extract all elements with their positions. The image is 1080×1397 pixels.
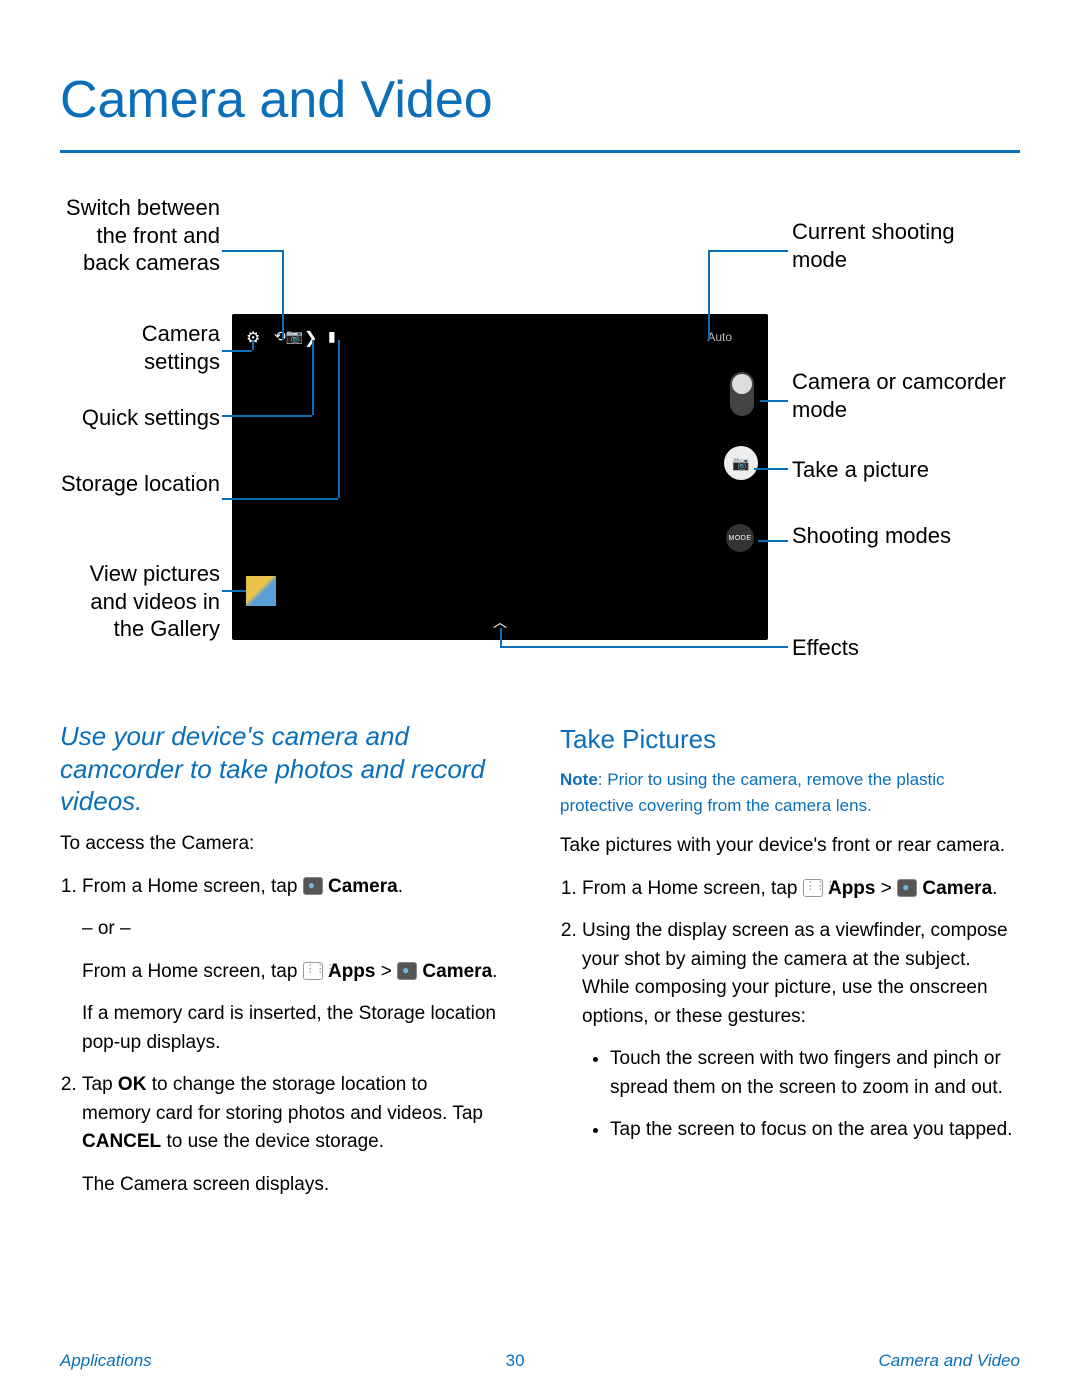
chevron-right-icon[interactable]: ❯ — [304, 328, 317, 348]
switch-camera-icon[interactable]: ⟲📷 — [274, 328, 303, 345]
storage-icon[interactable]: ▮ — [328, 328, 336, 345]
text-bold: Apps — [328, 961, 376, 982]
right-column: Take Pictures Note: Prior to using the c… — [560, 720, 1020, 1159]
text: Tap — [82, 1074, 118, 1095]
callout-camera-settings: Camera settings — [60, 320, 220, 375]
list-item: From a Home screen, tap Apps > Camera. — [582, 875, 1020, 904]
text: . — [992, 878, 997, 899]
callout-shooting-mode: Current shooting mode — [792, 218, 1012, 273]
callout-gallery: View pictures and videos in the Gallery — [60, 560, 220, 643]
footer-left: Applications — [60, 1351, 152, 1371]
leader-line — [222, 415, 312, 417]
text-bold: Camera — [328, 876, 398, 897]
list-item: Tap OK to change the storage location to… — [82, 1071, 500, 1199]
leader-line — [222, 498, 338, 500]
subheading: Take Pictures — [560, 720, 1020, 759]
callout-shooting-modes: Shooting modes — [792, 522, 1012, 550]
text: . — [398, 876, 403, 897]
leader-line — [708, 250, 788, 252]
leader-line — [758, 540, 788, 542]
leader-line — [282, 250, 284, 340]
leader-line — [222, 350, 252, 352]
text: If a memory card is inserted, the Storag… — [82, 1000, 500, 1057]
leader-line — [500, 628, 502, 646]
callout-quick-settings: Quick settings — [60, 404, 220, 432]
text-bold: Camera — [422, 961, 492, 982]
camera-app-icon — [397, 962, 417, 980]
apps-icon — [303, 962, 323, 980]
camera-app-icon — [897, 879, 917, 897]
callout-storage: Storage location — [60, 470, 220, 498]
text: From a Home screen, tap — [82, 876, 303, 897]
intro-text: Use your device's camera and camcorder t… — [60, 720, 500, 818]
leader-line — [222, 590, 246, 592]
camera-camcorder-toggle[interactable] — [730, 372, 754, 416]
leader-line — [252, 340, 254, 350]
camera-icon: 📷 — [732, 455, 749, 472]
leader-line — [708, 250, 710, 340]
leader-line — [760, 400, 788, 402]
callout-take-picture: Take a picture — [792, 456, 1012, 484]
text: Take pictures with your device's front o… — [560, 832, 1020, 861]
shooting-mode-label: Auto — [707, 330, 732, 344]
note-label: Note — [560, 770, 598, 789]
text: > — [375, 961, 397, 982]
leader-line — [500, 646, 788, 648]
page-title: Camera and Video — [60, 70, 493, 130]
footer-page-number: 30 — [506, 1351, 525, 1371]
or-divider: – or – — [82, 915, 500, 944]
left-column: To access the Camera: From a Home screen… — [60, 830, 500, 1213]
apps-icon — [803, 879, 823, 897]
text: . — [492, 961, 497, 982]
text: to use the device storage. — [161, 1131, 384, 1152]
text: From a Home screen, tap — [582, 878, 803, 899]
list-item: From a Home screen, tap Camera. – or – F… — [82, 873, 500, 1058]
leader-line — [338, 340, 340, 498]
text-bold: Apps — [828, 878, 876, 899]
text: Using the display screen as a viewfinder… — [582, 917, 1020, 1031]
text-bold: Camera — [922, 878, 992, 899]
list-item: Using the display screen as a viewfinder… — [582, 917, 1020, 1145]
mode-button[interactable]: MODE — [726, 524, 754, 552]
diagram: ⚙ ⟲📷 ❯ ▮ Auto 📷 MODE ︿ Switch between th… — [60, 190, 1020, 670]
list-item: Tap the screen to focus on the area you … — [610, 1116, 1020, 1145]
callout-effects: Effects — [792, 634, 1012, 662]
footer: Applications 30 Camera and Video — [60, 1351, 1020, 1371]
note-text: : Prior to using the camera, remove the … — [560, 770, 945, 815]
note: Note: Prior to using the camera, remove … — [560, 767, 1020, 818]
text: From a Home screen, tap — [82, 961, 303, 982]
camera-app-icon — [303, 877, 323, 895]
callout-cam-camcorder: Camera or camcorder mode — [792, 368, 1012, 423]
leader-line — [754, 468, 788, 470]
leader-line — [222, 250, 282, 252]
text-bold: CANCEL — [82, 1131, 161, 1152]
text: The Camera screen displays. — [82, 1171, 500, 1200]
gallery-thumbnail[interactable] — [246, 576, 276, 606]
leader-line — [312, 340, 314, 415]
text-bold: OK — [118, 1074, 147, 1095]
callout-switch-camera: Switch between the front and back camera… — [60, 194, 220, 277]
footer-right: Camera and Video — [879, 1351, 1020, 1371]
list-item: Touch the screen with two fingers and pi… — [610, 1045, 1020, 1102]
access-label: To access the Camera: — [60, 830, 500, 859]
shutter-button[interactable]: 📷 — [724, 446, 758, 480]
title-rule — [60, 150, 1020, 153]
text: > — [875, 878, 897, 899]
